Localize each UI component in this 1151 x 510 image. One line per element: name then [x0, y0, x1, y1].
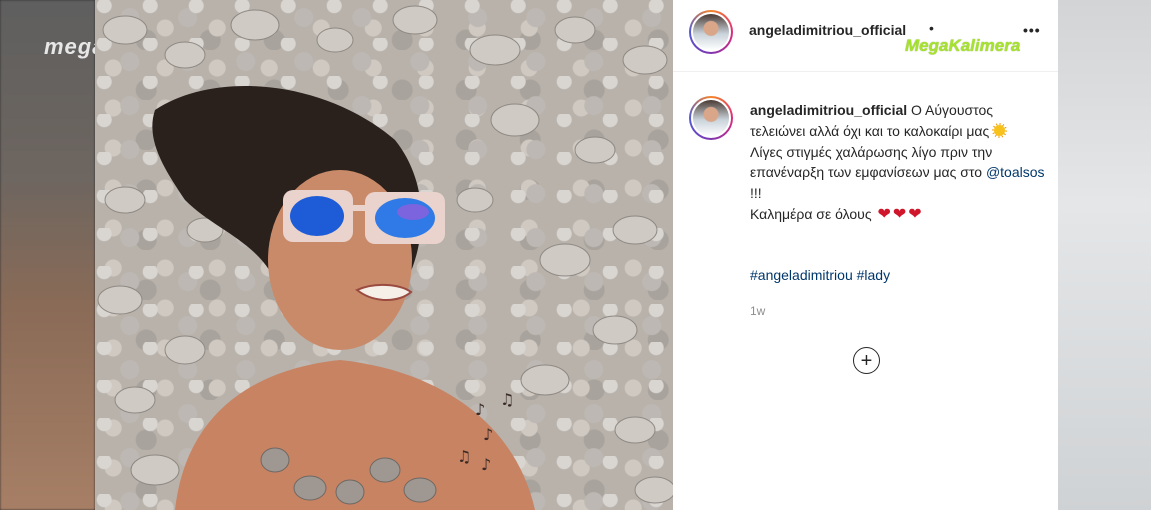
svg-text:♪: ♪: [481, 455, 491, 474]
sun-icon: [992, 122, 1008, 138]
caption-line-2-wrap: Λίγες στιγμές χαλάρωσης λίγο πριν την επ…: [750, 142, 1050, 204]
caption-username-link[interactable]: angeladimitriou_official: [750, 102, 907, 118]
more-options-icon[interactable]: •••: [1023, 22, 1041, 38]
svg-text:♪: ♪: [475, 400, 485, 419]
plus-circle-icon[interactable]: +: [853, 347, 880, 374]
avatar[interactable]: [689, 10, 733, 54]
post-caption: angeladimitriou_official Ο Αύγουστος τελ…: [750, 100, 1050, 226]
show-watermark: MegaKalimera: [905, 36, 1021, 55]
mention-link[interactable]: @toalsos: [986, 164, 1045, 180]
blurred-background-left: [0, 0, 95, 510]
caption-line-2: Λίγες στιγμές χαλάρωσης λίγο πριν την επ…: [750, 143, 993, 181]
blurred-background-right: [1058, 0, 1151, 510]
hashtags-link[interactable]: #angeladimitriou #lady: [750, 267, 890, 283]
header-username-link[interactable]: angeladimitriou_official: [749, 22, 906, 38]
photo-illustration: ♪ ♫ ♪ ♫ ♪: [97, 5, 673, 510]
heart-icon: ❤: [908, 205, 922, 223]
caption-line-3: Καλημέρα σε όλους: [750, 205, 872, 222]
svg-text:♫: ♫: [500, 390, 514, 409]
heart-icon: ❤: [892, 205, 907, 223]
post-photo: ♪ ♫ ♪ ♫ ♪: [95, 0, 673, 510]
caption-avatar[interactable]: [689, 96, 733, 140]
header-separator: •: [929, 20, 934, 36]
post-timestamp: 1w: [750, 304, 766, 318]
instagram-post-panel: angeladimitriou_official • ••• angeladim…: [673, 0, 1058, 510]
caption-line-2-end: !!!: [750, 185, 762, 202]
svg-text:♫: ♫: [457, 447, 471, 466]
caption-line-3-wrap: Καλημέρα σε όλους ❤ ❤ ❤: [750, 204, 1050, 226]
heart-icon: ❤: [877, 205, 891, 223]
svg-text:♪: ♪: [483, 425, 493, 444]
video-frame: mega ♪ ♫ ♪ ♫ ♪ angeladimitriou_official …: [0, 0, 1151, 510]
